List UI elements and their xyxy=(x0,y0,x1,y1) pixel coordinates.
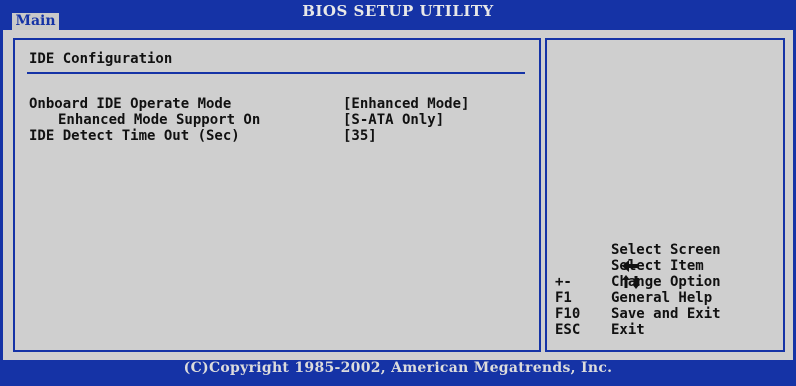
setting-value[interactable]: [S-ATA Only] xyxy=(343,112,444,128)
help-key: ESC xyxy=(555,322,581,338)
help-save-exit: F10 Save and Exit xyxy=(555,306,775,322)
help-desc: Change Option xyxy=(611,274,721,290)
help-pane: Select Screen Select Item +- Change Opti… xyxy=(545,38,785,352)
help-exit: ESC Exit xyxy=(555,322,775,338)
top-bar: BIOS SETUP UTILITY Main xyxy=(0,0,796,30)
help-desc: Select Item xyxy=(611,258,704,274)
section-divider xyxy=(27,72,525,74)
main-panel: IDE Configuration Onboard IDE Operate Mo… xyxy=(3,30,793,360)
help-key: F1 xyxy=(555,290,572,306)
setting-row-ide-detect-timeout[interactable]: IDE Detect Time Out (Sec) [35] xyxy=(29,128,529,144)
help-desc: Exit xyxy=(611,322,645,338)
setting-value[interactable]: [35] xyxy=(343,128,377,144)
bios-title: BIOS SETUP UTILITY xyxy=(302,2,494,20)
help-select-item: Select Item xyxy=(555,258,775,289)
help-desc: Save and Exit xyxy=(611,306,721,322)
settings-pane: IDE Configuration Onboard IDE Operate Mo… xyxy=(13,38,541,352)
help-select-screen: Select Screen xyxy=(555,242,775,272)
setting-value[interactable]: [Enhanced Mode] xyxy=(343,96,469,112)
help-desc: General Help xyxy=(611,290,713,306)
copyright-footer: (C)Copyright 1985-2002, American Megatre… xyxy=(0,360,796,377)
help-key: F10 xyxy=(555,306,581,322)
setting-label: IDE Detect Time Out (Sec) xyxy=(29,128,240,144)
setting-label: Enhanced Mode Support On xyxy=(58,112,261,128)
help-general-help: F1 General Help xyxy=(555,290,775,306)
help-desc: Select Screen xyxy=(611,242,721,258)
setting-row-onboard-ide-mode[interactable]: Onboard IDE Operate Mode [Enhanced Mode] xyxy=(29,96,529,112)
help-change-option: +- Change Option xyxy=(555,274,775,290)
tab-main[interactable]: Main xyxy=(12,13,59,30)
section-title: IDE Configuration xyxy=(29,51,173,67)
setting-row-enhanced-mode-support[interactable]: Enhanced Mode Support On [S-ATA Only] xyxy=(29,112,529,128)
setting-label: Onboard IDE Operate Mode xyxy=(29,96,232,112)
help-key: +- xyxy=(555,274,572,290)
